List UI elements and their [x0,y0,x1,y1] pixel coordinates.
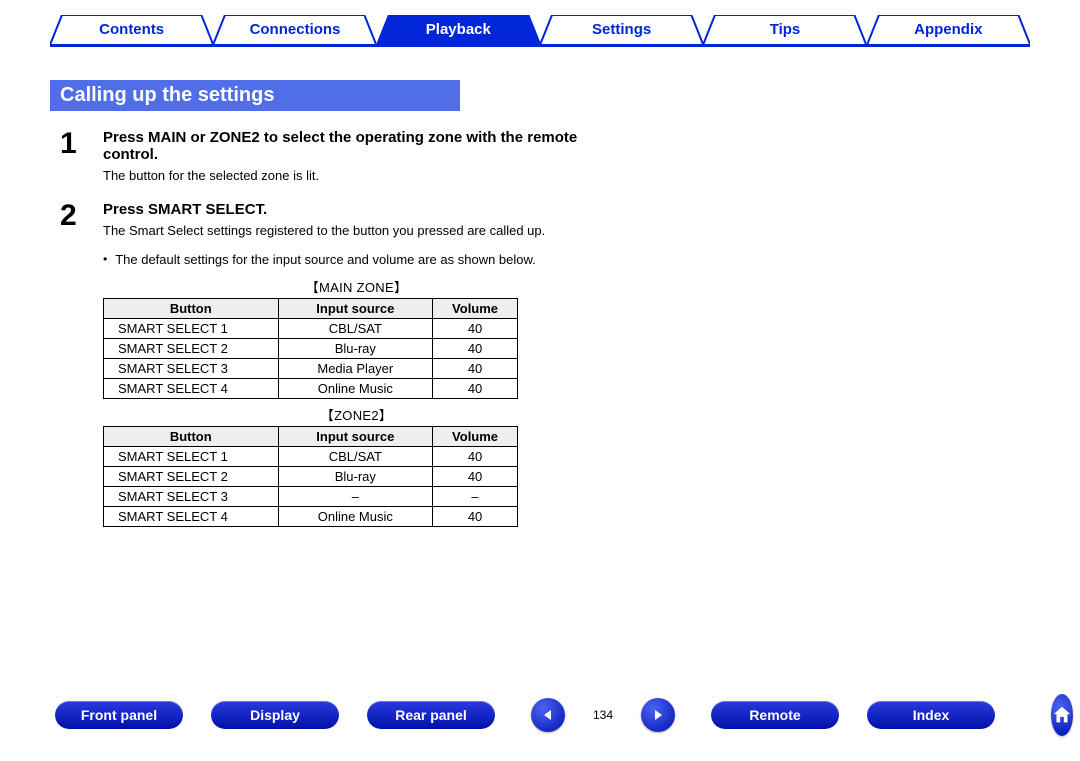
content-area: 1 Press MAIN or ZONE2 to select the oper… [60,129,610,533]
tab-playback[interactable]: Playback [377,15,540,45]
table-row: SMART SELECT 2Blu-ray40 [104,467,518,487]
table-zone2: Button Input source Volume SMART SELECT … [103,426,518,527]
step-number: 1 [60,129,85,183]
next-page-button[interactable] [641,698,675,732]
tab-strip: Contents Connections Playback Settings T… [50,15,1030,45]
home-button[interactable] [1051,694,1073,736]
th-input-source: Input source [278,299,433,319]
tab-connections[interactable]: Connections [213,15,376,45]
table-row: SMART SELECT 3Media Player40 [104,359,518,379]
th-volume: Volume [433,299,518,319]
table-row: SMART SELECT 4Online Music40 [104,379,518,399]
triangle-left-icon [542,709,554,721]
tab-label: Connections [250,21,341,38]
step-number: 2 [60,201,85,533]
nav-display[interactable]: Display [211,701,339,729]
table-row: SMART SELECT 2Blu-ray40 [104,339,518,359]
table-row: SMART SELECT 1CBL/SAT40 [104,319,518,339]
step-note: The button for the selected zone is lit. [103,168,610,183]
th-button: Button [104,427,279,447]
tab-label: Settings [592,21,651,38]
tab-label: Appendix [914,21,982,38]
nav-underline [50,44,1030,47]
nav-remote[interactable]: Remote [711,701,839,729]
tab-tips[interactable]: Tips [703,15,866,45]
bullet-text: The default settings for the input sourc… [115,252,536,267]
th-input-source: Input source [278,427,433,447]
table-caption-main: 【MAIN ZONE】 [103,277,610,296]
th-button: Button [104,299,279,319]
step-title: Press SMART SELECT. [103,201,610,218]
step-1: 1 Press MAIN or ZONE2 to select the oper… [60,129,610,183]
triangle-right-icon [652,709,664,721]
step-2: 2 Press SMART SELECT. The Smart Select s… [60,201,610,533]
th-volume: Volume [433,427,518,447]
table-header-row: Button Input source Volume [104,427,518,447]
table-caption-zone2: 【ZONE2】 [103,405,610,424]
top-nav: Contents Connections Playback Settings T… [0,0,1080,50]
step-note: The Smart Select settings registered to … [103,223,610,238]
bullet-default-settings: • The default settings for the input sou… [103,252,610,267]
table-main-zone: Button Input source Volume SMART SELECT … [103,298,518,399]
nav-index[interactable]: Index [867,701,995,729]
table-row: SMART SELECT 1CBL/SAT40 [104,447,518,467]
step-title: Press MAIN or ZONE2 to select the operat… [103,129,610,163]
section-heading: Calling up the settings [50,80,460,111]
bullet-icon: • [103,252,107,267]
table-row: SMART SELECT 4Online Music40 [104,507,518,527]
nav-rear-panel[interactable]: Rear panel [367,701,495,729]
home-icon [1051,704,1073,726]
table-header-row: Button Input source Volume [104,299,518,319]
bottom-nav: Front panel Display Rear panel 134 Remot… [0,694,1080,736]
tab-appendix[interactable]: Appendix [867,15,1030,45]
tab-label: Contents [99,21,164,38]
heading-text: Calling up the settings [60,84,274,106]
prev-page-button[interactable] [531,698,565,732]
tab-contents[interactable]: Contents [50,15,213,45]
table-row: SMART SELECT 3–– [104,487,518,507]
nav-front-panel[interactable]: Front panel [55,701,183,729]
tab-settings[interactable]: Settings [540,15,703,45]
step-body: Press SMART SELECT. The Smart Select set… [103,201,610,533]
tab-label: Playback [426,21,491,38]
step-body: Press MAIN or ZONE2 to select the operat… [103,129,610,183]
page-number: 134 [583,708,623,722]
tab-label: Tips [770,21,801,38]
